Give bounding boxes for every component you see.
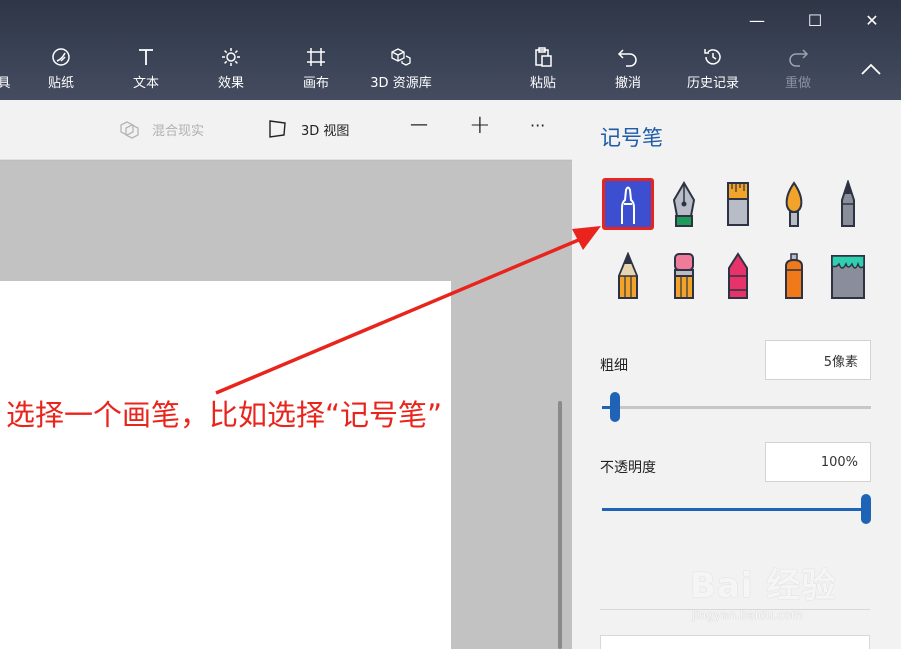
- vertical-scrollbar[interactable]: [558, 401, 562, 649]
- zoom-in-button[interactable]: +: [469, 110, 491, 140]
- mixed-reality-icon: [120, 121, 139, 139]
- tool-history[interactable]: 历史记录: [673, 46, 753, 98]
- zoom-out-button[interactable]: —: [410, 114, 428, 135]
- undo-icon: [617, 49, 637, 67]
- more-options-button[interactable]: ···: [530, 116, 545, 135]
- effects-icon: [222, 48, 240, 66]
- mixed-reality-button[interactable]: 混合现实: [118, 118, 204, 140]
- oil-brush-icon: [727, 182, 749, 226]
- chevron-up-icon: [861, 63, 881, 75]
- tool-sticker[interactable]: 贴纸: [21, 46, 101, 98]
- baidu-watermark: Bai 经验 jingyan.baidu.com: [690, 558, 870, 628]
- opacity-label: 不透明度: [600, 460, 656, 476]
- 3d-view-button[interactable]: 3D 视图: [267, 118, 349, 140]
- brush-spray-can[interactable]: [768, 250, 820, 302]
- sticker-icon: [52, 48, 70, 66]
- thickness-slider-thumb[interactable]: [610, 392, 621, 422]
- tool-redo[interactable]: 重做: [758, 46, 838, 98]
- pencil-icon: [617, 252, 639, 299]
- thickness-slider-track[interactable]: [602, 406, 871, 409]
- collapse-ribbon-button[interactable]: [857, 58, 885, 82]
- redo-icon: [789, 49, 809, 67]
- top-ribbon: — ☐ ✕ 具 贴纸 文本 效果 画布 3D 资源库 粘贴 撤消 历史记录 重做: [0, 0, 901, 100]
- paste-icon: [535, 47, 552, 67]
- maximize-button[interactable]: ☐: [792, 6, 838, 34]
- more-icon: ···: [530, 116, 546, 135]
- tool-text[interactable]: 文本: [106, 46, 186, 98]
- eraser-icon: [674, 253, 694, 299]
- text-icon: [139, 49, 153, 65]
- close-button[interactable]: ✕: [849, 6, 895, 34]
- opacity-slider-fill: [602, 508, 871, 511]
- panel-title: 记号笔: [600, 126, 663, 150]
- minimize-button[interactable]: —: [734, 6, 780, 34]
- thickness-input[interactable]: 5像素: [765, 340, 871, 380]
- fill-bucket-icon: [831, 255, 865, 299]
- annotation-text: 选择一个画笔，比如选择“记号笔”: [6, 398, 443, 432]
- zoom-out-icon: —: [410, 114, 428, 135]
- watercolor-icon: [785, 181, 803, 227]
- tool-paste[interactable]: 粘贴: [503, 46, 583, 98]
- 3d-library-icon: [391, 48, 411, 66]
- pixel-pen-icon: [841, 180, 855, 227]
- drawing-canvas[interactable]: [0, 281, 451, 649]
- opacity-input[interactable]: 100%: [765, 442, 871, 482]
- marker-icon: [621, 186, 635, 224]
- canvas-icon: [307, 48, 325, 66]
- watermark-brand: Bai 经验: [690, 566, 837, 606]
- calligraphy-pen-icon: [672, 181, 696, 227]
- watermark-url: jingyan.baidu.com: [692, 608, 803, 622]
- view-toolbar: 混合现实 3D 视图 — + ···: [0, 100, 572, 160]
- brush-pixel-pen[interactable]: [822, 178, 874, 230]
- brush-oil[interactable]: [712, 178, 764, 230]
- brush-eraser[interactable]: [658, 250, 710, 302]
- 3d-view-icon: [269, 120, 286, 138]
- thickness-label: 粗细: [600, 358, 628, 374]
- brush-watercolor[interactable]: [768, 178, 820, 230]
- crayon-icon: [728, 252, 748, 299]
- tool-undo[interactable]: 撤消: [588, 46, 668, 98]
- tool-canvas[interactable]: 画布: [276, 46, 356, 98]
- color-section-partial[interactable]: [600, 635, 870, 649]
- tool-effects[interactable]: 效果: [191, 46, 271, 98]
- tool-3d-library[interactable]: 3D 资源库: [361, 46, 441, 98]
- brush-calligraphy-pen[interactable]: [658, 178, 710, 230]
- brush-icon: [0, 46, 15, 68]
- zoom-in-icon: +: [469, 110, 491, 140]
- brush-pencil[interactable]: [602, 250, 654, 302]
- spray-can-icon: [785, 253, 803, 299]
- history-icon: [704, 49, 721, 65]
- brush-marker[interactable]: [602, 178, 654, 230]
- opacity-slider-thumb[interactable]: [861, 494, 871, 524]
- brush-crayon[interactable]: [712, 250, 764, 302]
- brush-fill-bucket[interactable]: [822, 250, 874, 302]
